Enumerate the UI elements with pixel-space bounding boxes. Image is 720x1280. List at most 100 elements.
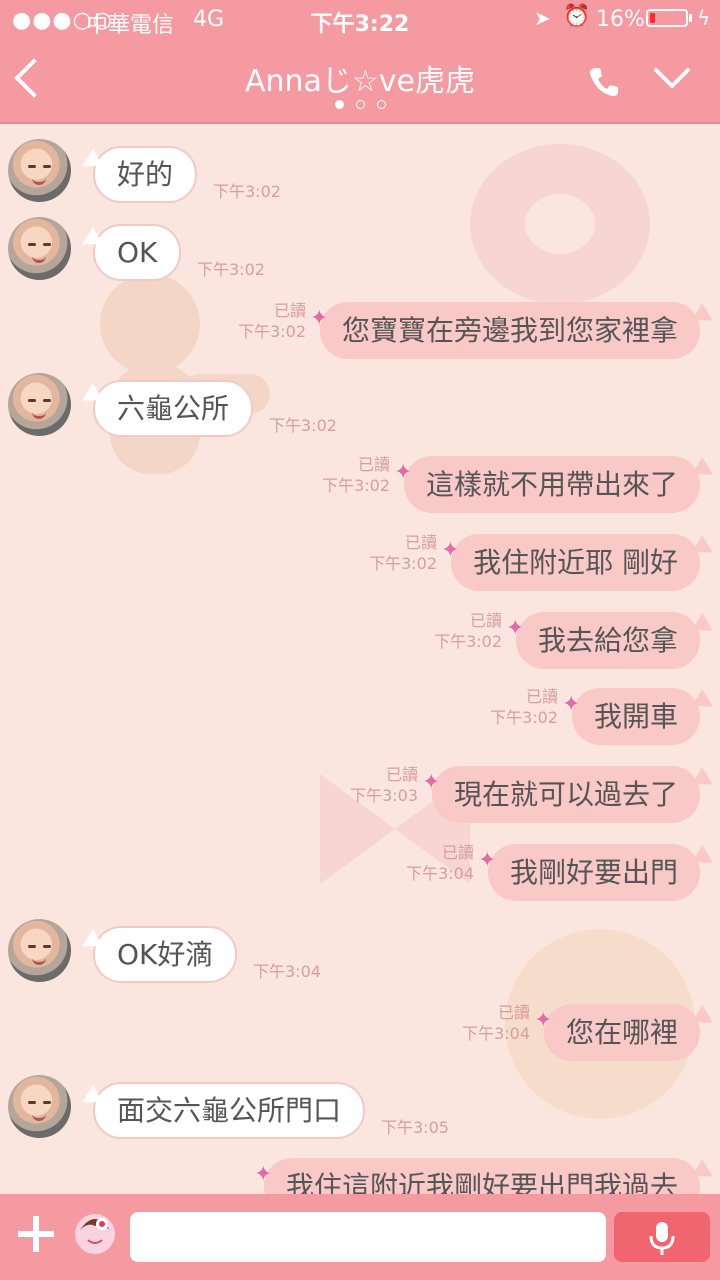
avatar[interactable]: [8, 139, 71, 202]
chevron-down-icon[interactable]: [652, 58, 692, 98]
avatar-face-detail: [32, 175, 46, 185]
avatar[interactable]: [8, 373, 71, 436]
message-bubble[interactable]: 您在哪裡 ✦: [534, 1004, 700, 1061]
star-sticker-icon: ✦: [561, 692, 581, 717]
avatar-face-detail: [43, 945, 51, 948]
page-indicator: [0, 100, 720, 109]
avatar[interactable]: [8, 217, 71, 280]
avatar-face-detail: [43, 165, 51, 168]
message-bubble[interactable]: 面交六龜公所門口: [93, 1082, 366, 1139]
message-bubble[interactable]: 這樣就不用帶出來了 ✦: [394, 456, 700, 513]
message-bubble[interactable]: 我剛好要出門 ✦: [478, 844, 700, 901]
read-receipt: 已讀: [525, 687, 558, 706]
star-sticker-icon: ✦: [441, 538, 460, 563]
page-dot: [376, 100, 386, 109]
input-bar: [0, 1194, 720, 1280]
message-meta: 已讀 下午3:02: [434, 610, 502, 652]
charging-icon: ϟ: [697, 6, 711, 30]
message-time: 下午3:02: [213, 182, 281, 201]
avatar-face-detail: [28, 945, 36, 948]
chat-header: Annaじ☆ve虎虎: [0, 40, 720, 122]
page-dot: [355, 100, 365, 109]
star-sticker-icon: ✦: [393, 460, 413, 485]
avatar-face-detail: [28, 399, 36, 402]
message-time: 下午3:04: [253, 962, 321, 981]
sticker-icon[interactable]: [72, 1210, 118, 1256]
outgoing-message: 我住附近耶 剛好 ✦ 已讀下午3:02: [0, 532, 720, 602]
message-bubble[interactable]: 六龜公所: [93, 380, 254, 437]
outgoing-message: 我去給您拿 ✦ 已讀 下午3:02: [0, 610, 720, 680]
message-bubble[interactable]: 我住附近耶 剛好 ✦: [441, 534, 700, 591]
avatar-face-detail: [28, 165, 36, 168]
phone-icon[interactable]: [586, 64, 622, 100]
battery-nub: [689, 14, 692, 22]
read-receipt: 已讀: [357, 455, 390, 474]
star-sticker-icon: ✦: [253, 1162, 273, 1187]
message-time: 下午3:03: [350, 786, 418, 805]
star-sticker-icon: ✦: [533, 1008, 553, 1033]
outgoing-message: 這樣就不用帶出來了 ✦ 已讀 下午3:02: [0, 454, 720, 524]
message-time: 下午3:05: [381, 1118, 449, 1137]
message-time: 下午3:02: [369, 554, 437, 573]
message-bubble[interactable]: OK好滴: [93, 926, 238, 983]
avatar-face-detail: [32, 253, 46, 263]
avatar-face-detail: [43, 399, 51, 402]
star-sticker-icon: ✦: [477, 848, 497, 873]
message-time: 下午3:02: [269, 416, 337, 435]
avatar[interactable]: [8, 919, 71, 982]
plus-icon[interactable]: [16, 1214, 56, 1254]
avatar-face-detail: [28, 1101, 36, 1104]
read-receipt: 已讀: [469, 611, 502, 630]
avatar-face-detail: [32, 1111, 46, 1121]
message-meta: 已讀 下午3:02: [490, 686, 558, 728]
message-bubble[interactable]: 我住這附近我剛好要出門我過去 ✦: [254, 1158, 700, 1194]
read-receipt: 已讀: [273, 301, 306, 320]
avatar-face-detail: [43, 1101, 51, 1104]
outgoing-message: 我剛好要出門 ✦ 已讀下午3:04: [0, 842, 720, 912]
star-sticker-icon: ✦: [421, 770, 441, 795]
avatar-face-detail: [43, 243, 51, 246]
message-bubble[interactable]: 好的: [93, 146, 198, 203]
outgoing-message: 我開車 ✦ 已讀 下午3:02: [0, 686, 720, 756]
battery-icon: [646, 9, 688, 27]
alarm-icon: ⏰: [563, 4, 591, 29]
incoming-message: 面交六龜公所門口 下午3:05: [0, 1075, 720, 1150]
avatar-face-detail: [28, 243, 36, 246]
top-bar: ●●●○○ 中華電信 4G 下午3:22 ➤ ⏰ 16% ϟ Annaじ☆ve虎…: [0, 0, 720, 124]
avatar-face-detail: [32, 409, 46, 419]
message-meta: 已讀下午3:04: [406, 842, 474, 884]
outgoing-message: 我住這附近我剛好要出門我過去 ✦: [0, 1156, 720, 1194]
message-meta: 已讀 下午3:02: [238, 300, 306, 342]
battery-percent: 16%: [596, 7, 645, 32]
message-meta: 已讀下午3:03: [350, 764, 418, 806]
message-meta: 已讀下午3:04: [462, 1002, 530, 1044]
star-sticker-icon: ✦: [505, 616, 525, 641]
incoming-message: OK 下午3:02: [0, 217, 720, 292]
outgoing-message: 現在就可以過去了 ✦ 已讀下午3:03: [0, 764, 720, 834]
star-sticker-icon: ✦: [309, 306, 329, 331]
message-bubble[interactable]: 我去給您拿 ✦: [506, 612, 700, 669]
battery-fill: [650, 13, 655, 23]
read-receipt: 已讀: [404, 533, 437, 552]
outgoing-message: 您在哪裡 ✦ 已讀下午3:04: [0, 1002, 720, 1072]
read-receipt: 已讀: [497, 1003, 530, 1022]
microphone-icon: [649, 1222, 675, 1255]
message-meta: 已讀下午3:02: [369, 532, 437, 574]
mic-button[interactable]: [614, 1212, 710, 1262]
read-receipt: 已讀: [385, 765, 418, 784]
message-time: 下午3:04: [406, 864, 474, 883]
read-receipt: 已讀: [441, 843, 474, 862]
message-bubble[interactable]: 現在就可以過去了 ✦: [422, 766, 700, 823]
location-icon: ➤: [534, 6, 551, 30]
outgoing-message: 您寶寶在旁邊我到您家裡拿 ✦ 已讀 下午3:02: [0, 300, 720, 370]
message-input[interactable]: [130, 1212, 606, 1262]
message-time: 下午3:02: [197, 260, 265, 279]
message-bubble[interactable]: OK: [93, 224, 182, 281]
message-bubble[interactable]: 您寶寶在旁邊我到您家裡拿 ✦: [310, 302, 700, 359]
avatar-face-detail: [32, 955, 46, 965]
chat-area[interactable]: 好的 下午3:02 OK 下午3:02 您寶寶在旁邊我到您家裡拿 ✦ 已讀 下午3:02 六龜公…: [0, 124, 720, 1194]
message-bubble[interactable]: 我開車 ✦: [562, 688, 700, 745]
avatar[interactable]: [8, 1075, 71, 1138]
message-time: 下午3:04: [462, 1024, 530, 1043]
incoming-message: 六龜公所 下午3:02: [0, 373, 720, 448]
